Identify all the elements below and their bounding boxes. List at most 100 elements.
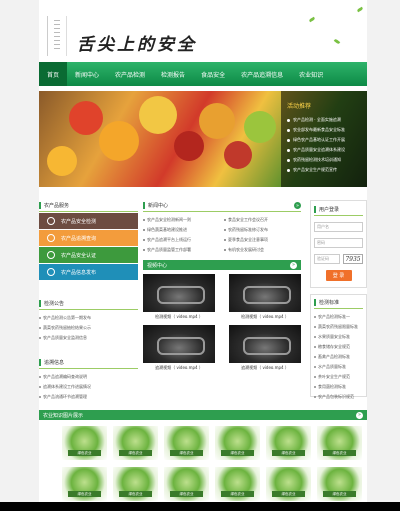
quick-button-label: 农产品信息发布: [61, 269, 97, 276]
list-item[interactable]: 茶叶安全生产规范: [314, 372, 363, 382]
site-header: 舌尖上的安全: [39, 0, 367, 62]
nav-item-reports[interactable]: 检测报告: [153, 62, 193, 86]
news-item[interactable]: 农药残留标准修订发布: [224, 225, 301, 235]
more-icon[interactable]: »: [290, 261, 297, 269]
video-thumbnail[interactable]: [143, 325, 215, 363]
gallery-tag: 绿色农业: [272, 491, 305, 497]
video-caption[interactable]: 检测视频（ video.mp4 ）: [155, 312, 203, 321]
video-caption[interactable]: 检测视频（ video.mp4 ）: [241, 312, 289, 321]
gallery-thumbnail[interactable]: 绿色农业: [62, 426, 107, 460]
gallery-tag: 绿色农业: [170, 450, 203, 456]
banner-news-item[interactable]: 农药残留检测技术培训通知: [287, 155, 361, 165]
site-logo[interactable]: 舌尖上的安全: [77, 30, 197, 55]
password-field[interactable]: 密码: [314, 238, 363, 248]
banner-news-item[interactable]: 农产品检测 · 全面实施追溯: [287, 115, 361, 125]
list-item[interactable]: 蔬菜农药残留限量标准: [314, 322, 363, 332]
nav-item-traceability[interactable]: 农产品追溯信息: [233, 62, 291, 86]
list-item[interactable]: 农产品检测公告第一期发布: [39, 313, 138, 323]
video-thumbnail[interactable]: [229, 325, 301, 363]
gallery-thumbnail[interactable]: 绿色农业: [164, 426, 209, 460]
gallery-thumbnail[interactable]: 绿色农业: [215, 467, 260, 501]
news-item[interactable]: 农产品安全检测新闻一则: [143, 215, 220, 225]
gallery-thumbnail[interactable]: 绿色农业: [266, 467, 311, 501]
gallery-thumbnail[interactable]: 绿色农业: [215, 426, 260, 460]
news-item[interactable]: 食品安全工作会议召开: [224, 215, 301, 225]
captcha-field[interactable]: 验证码: [314, 254, 340, 264]
news-item[interactable]: 有机农业发展研讨会: [224, 245, 301, 255]
leaf-decoration: [356, 6, 364, 13]
banner-news-item[interactable]: 绿色农产品基地认证工作开展: [287, 135, 361, 145]
bullet-icon: [287, 138, 290, 142]
nav-item-testing[interactable]: 农产品检测: [107, 62, 153, 86]
more-icon[interactable]: »: [356, 411, 363, 419]
list-item[interactable]: 农产品追溯编码查询说明: [39, 372, 138, 382]
login-title-label: 用户登录: [319, 207, 340, 213]
quick-button-publish[interactable]: 农产品信息发布: [39, 264, 138, 280]
video-grid: 检测视频（ video.mp4 ） 检测视频（ video.mp4 ） 追溯视频…: [143, 270, 301, 372]
gallery-thumbnail[interactable]: 绿色农业: [113, 467, 158, 501]
video-caption[interactable]: 追溯视频（ video.mp4 ）: [241, 363, 289, 372]
fruit-image: [99, 121, 139, 161]
banner-news-item[interactable]: 农产品安全生产规范宣传: [287, 165, 361, 175]
image-gallery: 绿色农业 绿色农业 绿色农业 绿色农业 绿色农业 绿色农业 绿色农业 绿色农业 …: [62, 426, 362, 502]
video-card[interactable]: 检测视频（ video.mp4 ）: [229, 274, 301, 321]
news-item[interactable]: 农产品质量监管工作部署: [143, 245, 220, 255]
quick-button-certify[interactable]: 农产品安全认证: [39, 247, 138, 263]
gallery-thumbnail[interactable]: 绿色农业: [62, 467, 107, 501]
bullet-icon: [287, 168, 290, 172]
video-card[interactable]: 追溯视频（ video.mp4 ）: [229, 325, 301, 372]
video-thumbnail[interactable]: [229, 274, 301, 312]
news-item[interactable]: 绿色蔬菜基地建设推进: [143, 225, 220, 235]
username-field[interactable]: 用户名: [314, 222, 363, 232]
gallery-thumbnail[interactable]: 绿色农业: [317, 467, 362, 501]
gallery-thumbnail[interactable]: 绿色农业: [317, 426, 362, 460]
gallery-thumbnail[interactable]: 绿色农业: [164, 467, 209, 501]
news-section-label: 新闻中心: [148, 203, 169, 209]
bullet-icon: [287, 158, 290, 162]
list-item[interactable]: 水产品质量标准: [314, 362, 363, 372]
quick-button-testing[interactable]: 农产品安全检测: [39, 213, 138, 229]
video-thumbnail[interactable]: [143, 274, 215, 312]
fruit-image: [199, 103, 235, 139]
trace-info-list: 农产品追溯编码查询说明 追溯体系建设工作进展情况 农产品流通环节追溯管理: [39, 372, 138, 402]
captcha-image[interactable]: 7935: [343, 254, 363, 264]
nav-item-news[interactable]: 新闻中心: [67, 62, 107, 86]
testing-icon: [47, 217, 55, 225]
list-item[interactable]: 追溯体系建设工作进展情况: [39, 382, 138, 392]
left-column: 农产品服务 农产品安全检测 农产品追溯查询 农产品安全认证 农产品信息发布 检测…: [39, 200, 138, 402]
quick-button-label: 农产品追溯查询: [61, 235, 97, 242]
video-caption[interactable]: 追溯视频（ video.mp4 ）: [155, 363, 203, 372]
bullet-icon: [287, 148, 290, 152]
notices-label: 检测公告: [44, 301, 65, 307]
list-item[interactable]: 农产品包装标识规范: [314, 392, 363, 402]
video-card[interactable]: 追溯视频（ video.mp4 ）: [143, 325, 215, 372]
list-item[interactable]: 农产品质量安全监测信息: [39, 333, 138, 343]
video-card[interactable]: 检测视频（ video.mp4 ）: [143, 274, 215, 321]
login-box: 用户登录 用户名 密码 验证码 7935 登 录: [310, 200, 367, 288]
banner-news-item[interactable]: 农产品质量安全追溯体系建设: [287, 145, 361, 155]
list-item[interactable]: 食用菌检测标准: [314, 382, 363, 392]
news-item[interactable]: 农产品追溯平台上线运行: [143, 235, 220, 245]
list-item[interactable]: 农产品流通环节追溯管理: [39, 392, 138, 402]
list-item[interactable]: 粮食储存安全规范: [314, 342, 363, 352]
news-item[interactable]: 夏季食品安全注意事项: [224, 235, 301, 245]
quick-services-label: 农产品服务: [44, 203, 70, 209]
list-item[interactable]: 农产品检测标准一: [314, 312, 363, 322]
list-item[interactable]: 水果质量安全标准: [314, 332, 363, 342]
banner-news-item[interactable]: 农业部发布最新食品安全标准: [287, 125, 361, 135]
main-nav: 首页 新闻中心 农产品检测 检测报告 食品安全 农产品追溯信息 农业知识: [39, 62, 367, 86]
fruit-image: [244, 111, 276, 143]
list-item[interactable]: 蔬菜农药残留抽检结果公示: [39, 323, 138, 333]
gallery-thumbnail[interactable]: 绿色农业: [113, 426, 158, 460]
more-icon[interactable]: »: [294, 202, 301, 209]
nav-item-food-safety[interactable]: 食品安全: [193, 62, 233, 86]
certify-icon: [47, 251, 55, 259]
hero-banner[interactable]: 活动推荐 农产品检测 · 全面实施追溯 农业部发布最新食品安全标准 绿色农产品基…: [39, 91, 367, 187]
list-item[interactable]: 畜禽产品检测标准: [314, 352, 363, 362]
gallery-thumbnail[interactable]: 绿色农业: [266, 426, 311, 460]
login-button[interactable]: 登 录: [325, 270, 352, 281]
nav-item-knowledge[interactable]: 农业知识: [291, 62, 331, 86]
quick-button-trace[interactable]: 农产品追溯查询: [39, 230, 138, 246]
nav-item-home[interactable]: 首页: [39, 62, 68, 86]
gallery-tag: 绿色农业: [323, 450, 356, 456]
